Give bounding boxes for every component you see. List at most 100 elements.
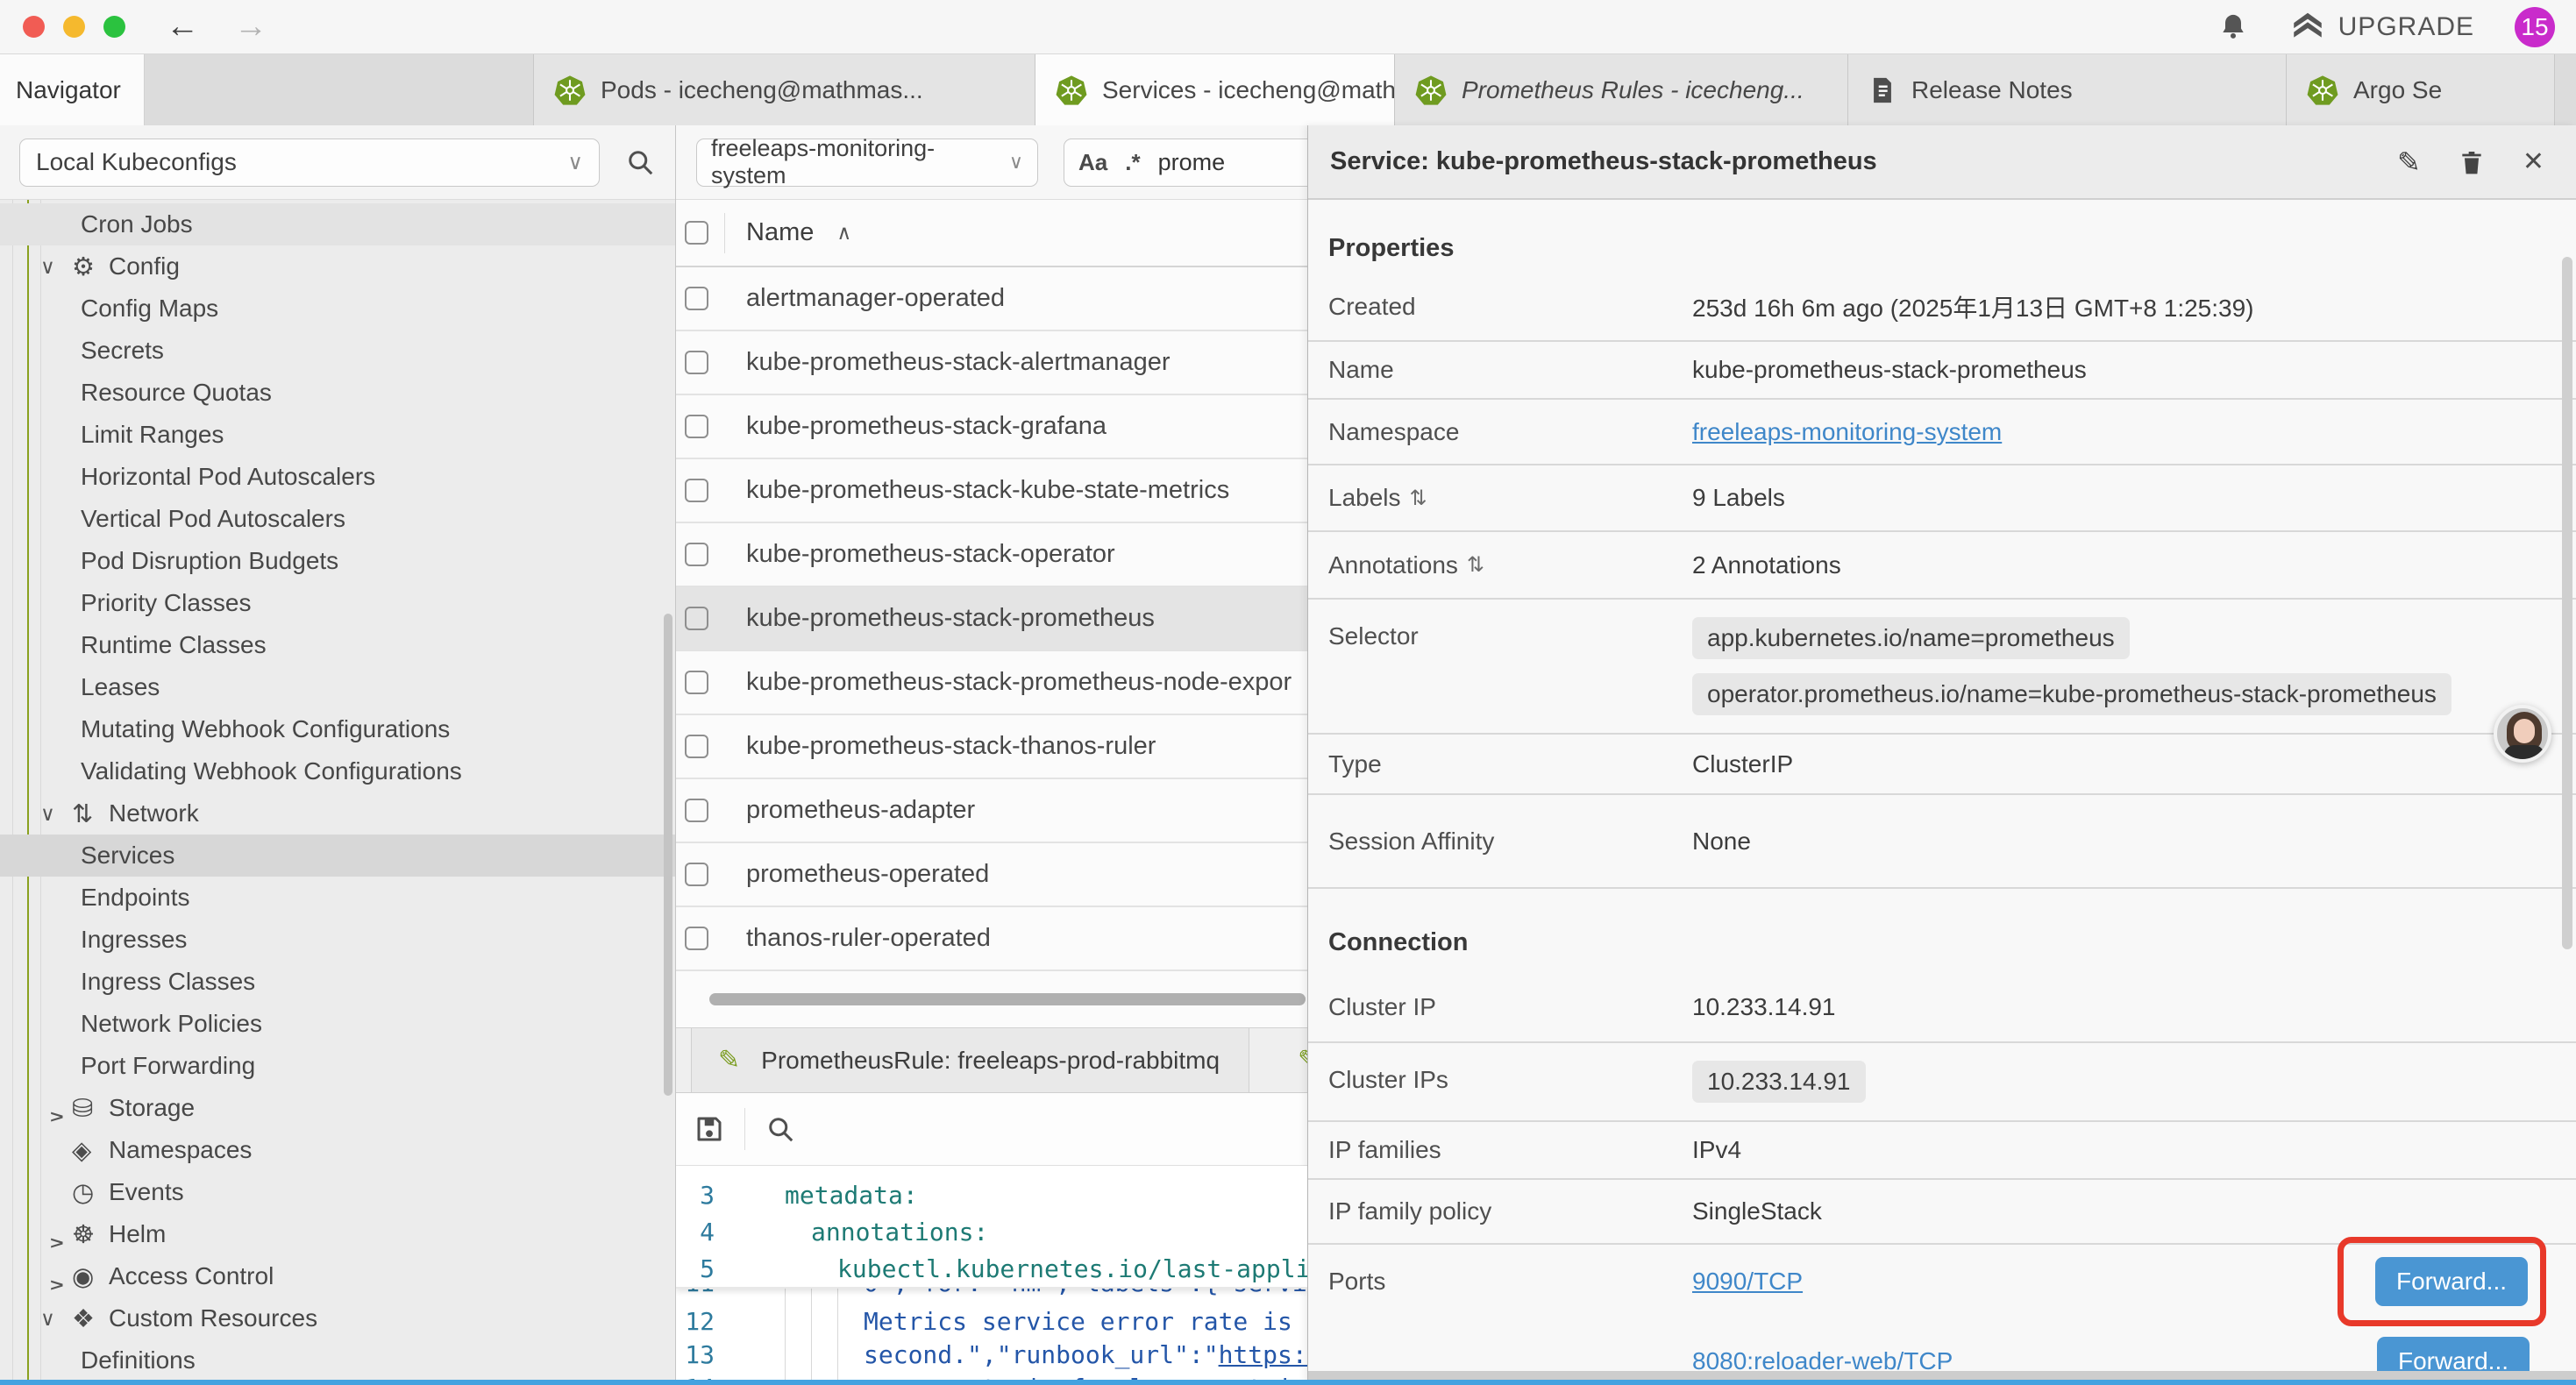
table-row[interactable]: prometheus-operated xyxy=(676,843,1307,907)
sidebar-item-ingresses[interactable]: Ingresses xyxy=(0,919,675,961)
sidebar-item-namespaces[interactable]: ◈ Namespaces xyxy=(0,1129,675,1171)
match-case-toggle[interactable]: Aa xyxy=(1078,149,1107,176)
value-chip[interactable]: operator.prometheus.io/name=kube-prometh… xyxy=(1692,673,2451,715)
kubeconfig-selector[interactable]: Local Kubeconfigs ∨ xyxy=(19,138,600,187)
back-icon[interactable]: ← xyxy=(166,8,199,46)
table-row[interactable]: kube-prometheus-stack-kube-state-metrics xyxy=(676,459,1307,523)
table-row[interactable]: kube-prometheus-stack-alertmanager xyxy=(676,331,1307,395)
editor-search-icon[interactable] xyxy=(765,1113,796,1145)
tree-chevron-icon[interactable]: ∨ xyxy=(40,1307,72,1331)
sort-updown-icon[interactable]: ⇅ xyxy=(1410,486,1427,511)
editor-tab-prometheusrule[interactable]: ✎ PrometheusRule: freeleaps-prod-rabbitm… xyxy=(691,1028,1249,1092)
sidebar-item-storage[interactable]: ∨ ⛁ Storage xyxy=(0,1087,675,1129)
yaml-editor[interactable]: 3 metadata: 4 annotations: 5 kubectl.kub… xyxy=(676,1166,1307,1380)
detail-scrollbar-thumb[interactable] xyxy=(2562,257,2572,949)
notification-count-badge[interactable]: 15 xyxy=(2515,7,2555,47)
app-tab[interactable]: Prometheus Rules - icecheng... xyxy=(1394,54,1847,125)
save-icon[interactable] xyxy=(694,1113,725,1145)
sidebar-item-runtime-classes[interactable]: Runtime Classes xyxy=(0,624,675,666)
edit-icon[interactable]: ✎ xyxy=(2397,146,2421,179)
sidebar-item-network-policies[interactable]: Network Policies xyxy=(0,1003,675,1045)
table-row[interactable]: kube-prometheus-stack-grafana xyxy=(676,395,1307,459)
namespace-filter-select[interactable]: freeleaps-monitoring-system ∨ xyxy=(696,138,1038,187)
sidebar-item-pod-disruption-budgets[interactable]: Pod Disruption Budgets xyxy=(0,540,675,582)
sort-updown-icon[interactable]: ⇅ xyxy=(1467,552,1484,578)
regex-toggle[interactable]: .* xyxy=(1125,149,1140,176)
code-line[interactable]: 11 0", for: "nm", labels :{ service" . xyxy=(676,1289,1307,1304)
tree-chevron-icon[interactable]: ∨ xyxy=(40,802,72,826)
app-tab[interactable]: Pods - icecheng@mathmas... xyxy=(533,54,1035,125)
table-row[interactable]: alertmanager-operated xyxy=(676,267,1307,331)
sidebar-item-limit-ranges[interactable]: Limit Ranges xyxy=(0,414,675,456)
upgrade-button[interactable]: UPGRADE xyxy=(2289,5,2474,49)
sidebar-item-config[interactable]: ∨ ⚙ Config xyxy=(0,245,675,288)
row-checkbox[interactable] xyxy=(685,479,708,502)
value-chip[interactable]: 10.233.14.91 xyxy=(1692,1061,1866,1103)
port-link[interactable]: 9090/TCP xyxy=(1692,1268,1803,1296)
app-tab[interactable]: Argo Se xyxy=(2286,54,2555,125)
close-icon[interactable]: ✕ xyxy=(2523,146,2544,177)
code-line[interactable]: 4 annotations: xyxy=(676,1213,1307,1250)
tree-chevron-icon[interactable]: ∨ xyxy=(45,1261,68,1292)
sidebar-item-definitions[interactable]: Definitions xyxy=(0,1339,675,1381)
sidebar-item-mutating-webhook-configurations[interactable]: Mutating Webhook Configurations xyxy=(0,708,675,750)
row-checkbox[interactable] xyxy=(685,927,708,950)
editor-tab-partial[interactable]: ✎ xyxy=(1249,1028,1307,1092)
code-line[interactable]: 13 second.","runbook_url":"https://net xyxy=(676,1338,1307,1371)
select-all-checkbox[interactable] xyxy=(685,221,708,245)
sidebar-item-leases[interactable]: Leases xyxy=(0,666,675,708)
sidebar-item-endpoints[interactable]: Endpoints xyxy=(0,877,675,919)
row-checkbox[interactable] xyxy=(685,287,708,310)
tree-chevron-icon[interactable]: ∨ xyxy=(45,1218,68,1250)
table-row[interactable]: thanos-ruler-operated xyxy=(676,907,1307,971)
sidebar-search-icon[interactable] xyxy=(624,146,656,178)
sidebar-item-custom-resources[interactable]: ∨ ❖ Custom Resources xyxy=(0,1297,675,1339)
code-line[interactable]: 5 kubectl.kubernetes.io/last-applied-co xyxy=(676,1250,1307,1287)
tab-navigator[interactable]: Navigator xyxy=(0,54,145,125)
sidebar-item-ingress-classes[interactable]: Ingress Classes xyxy=(0,961,675,1003)
app-tab[interactable]: Services - icecheng@math... ✕ xyxy=(1035,54,1394,125)
tree-chevron-icon[interactable]: ∨ xyxy=(40,255,72,279)
row-checkbox[interactable] xyxy=(685,799,708,822)
tree-chevron-icon[interactable]: ∨ xyxy=(45,1092,68,1124)
table-row[interactable]: kube-prometheus-stack-prometheus-node-ex… xyxy=(676,651,1307,715)
close-window-button[interactable] xyxy=(23,16,45,38)
sidebar-item-helm[interactable]: ∨ ☸ Helm xyxy=(0,1213,675,1255)
row-checkbox[interactable] xyxy=(685,351,708,374)
sidebar-item-access-control[interactable]: ∨ ◉ Access Control xyxy=(0,1255,675,1297)
horizontal-scrollbar-thumb[interactable] xyxy=(709,993,1306,1005)
forward-icon[interactable]: → xyxy=(234,8,267,46)
assistant-avatar[interactable] xyxy=(2494,705,2551,763)
sidebar-item-priority-classes[interactable]: Priority Classes xyxy=(0,582,675,624)
sidebar-item-cron-jobs[interactable]: Cron Jobs xyxy=(0,203,675,245)
sidebar-item-vertical-pod-autoscalers[interactable]: Vertical Pod Autoscalers xyxy=(0,498,675,540)
delete-icon[interactable] xyxy=(2458,148,2486,176)
notifications-bell-icon[interactable] xyxy=(2217,11,2249,43)
row-checkbox[interactable] xyxy=(685,863,708,886)
namespace-link[interactable]: freeleaps-monitoring-system xyxy=(1692,418,2002,446)
sidebar-item-events[interactable]: ◷ Events xyxy=(0,1171,675,1213)
sidebar-item-port-forwarding[interactable]: Port Forwarding xyxy=(0,1045,675,1087)
sidebar-item-horizontal-pod-autoscalers[interactable]: Horizontal Pod Autoscalers xyxy=(0,456,675,498)
row-checkbox[interactable] xyxy=(685,543,708,566)
table-row[interactable]: kube-prometheus-stack-thanos-ruler xyxy=(676,715,1307,779)
table-row[interactable]: kube-prometheus-stack-operator xyxy=(676,523,1307,587)
name-column-header[interactable]: Name xyxy=(746,218,814,247)
sidebar-item-network[interactable]: ∨ ⇅ Network xyxy=(0,792,675,835)
sidebar-item-validating-webhook-configurations[interactable]: Validating Webhook Configurations xyxy=(0,750,675,792)
code-line[interactable]: 12 Metrics service error rate is {{ $va xyxy=(676,1304,1307,1338)
app-tab[interactable]: Release Notes xyxy=(1847,54,2286,125)
value-chip[interactable]: app.kubernetes.io/name=prometheus xyxy=(1692,617,2130,659)
sidebar-item-secrets[interactable]: Secrets xyxy=(0,330,675,372)
sidebar-scrollbar[interactable] xyxy=(664,614,672,1096)
forward-button[interactable]: Forward... xyxy=(2375,1257,2528,1306)
sidebar-item-resource-quotas[interactable]: Resource Quotas xyxy=(0,372,675,414)
sort-ascending-icon[interactable]: ∧ xyxy=(836,221,851,245)
minimize-window-button[interactable] xyxy=(63,16,85,38)
zoom-window-button[interactable] xyxy=(103,16,125,38)
code-link[interactable]: https://net xyxy=(1219,1340,1308,1369)
row-checkbox[interactable] xyxy=(685,671,708,694)
sidebar-item-config-maps[interactable]: Config Maps xyxy=(0,288,675,330)
code-line[interactable]: 3 metadata: xyxy=(676,1176,1307,1213)
resource-search-input[interactable]: Aa .* prome xyxy=(1064,138,1308,187)
